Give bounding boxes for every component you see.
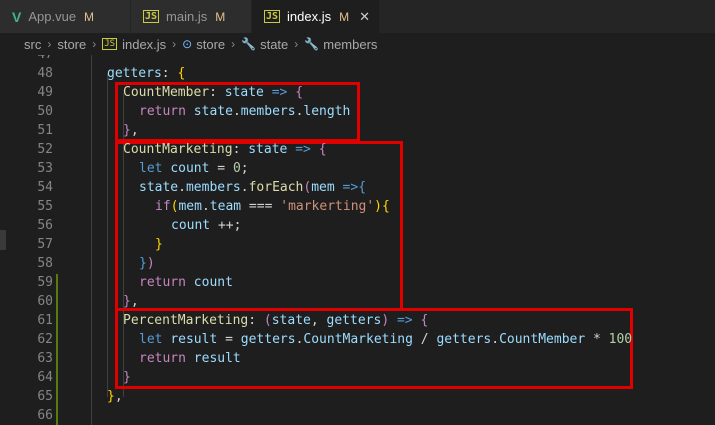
line-number: 52 [37, 142, 53, 157]
code-line: 57 } [0, 235, 715, 254]
line-number: 56 [37, 218, 53, 233]
tab-index-js[interactable]: JS index.js M ✕ [252, 0, 380, 33]
line-number: 60 [37, 294, 53, 309]
line-number: 63 [37, 351, 53, 366]
line-number: 66 [37, 408, 53, 423]
chevron-right-icon: › [231, 37, 236, 51]
modified-badge: M [84, 9, 95, 24]
line-code: let count = 0; [139, 161, 249, 176]
code-line: 55 if(mem.team === 'markerting'){ [0, 197, 715, 216]
tab-label: main.js [166, 9, 208, 24]
code-line: 51 }, [0, 121, 715, 140]
line-code: } [155, 237, 163, 252]
line-number: 59 [37, 275, 53, 290]
line-number: 65 [37, 389, 53, 404]
code-line: 64 } [0, 368, 715, 387]
code-line: 66 [0, 406, 715, 425]
line-number: 61 [37, 313, 53, 328]
line-number: 54 [37, 180, 53, 195]
line-number: 50 [37, 104, 53, 119]
line-number: 47 [13, 55, 53, 64]
vue-icon: V [12, 8, 22, 25]
code-line: 52 CountMarketing: state => { [0, 140, 715, 159]
close-icon[interactable]: ✕ [359, 9, 370, 25]
code-line: 49 CountMember: state => { [0, 83, 715, 102]
code-line: 62 let result = getters.CountMarketing /… [0, 330, 715, 349]
tab-main-js[interactable]: JS main.js M [131, 0, 252, 33]
line-code: } [123, 370, 131, 385]
line-number: 58 [37, 256, 53, 271]
chevron-right-icon: › [92, 37, 97, 51]
code-line: 63 return result [0, 349, 715, 368]
code-line: 61 PercentMarketing: (state, getters) =>… [0, 311, 715, 330]
line-code: let result = getters.CountMarketing / ge… [139, 332, 633, 347]
js-icon: JS [102, 38, 118, 50]
code-line: 54 state.members.forEach(mem =>{ [0, 178, 715, 197]
line-code: CountMember: state => { [123, 85, 304, 100]
line-code: }, [107, 389, 123, 404]
line-number: 62 [37, 332, 53, 347]
tab-app-vue[interactable]: V App.vue M [0, 0, 131, 33]
line-code: state.members.forEach(mem =>{ [139, 180, 367, 195]
line-code: }, [123, 294, 139, 309]
line-number: 55 [37, 199, 53, 214]
line-code: return result [139, 351, 241, 366]
breadcrumb-item[interactable]: store [57, 37, 86, 52]
wrench-icon: 🔧 [241, 37, 257, 51]
line-number: 48 [37, 66, 53, 81]
line-number: 57 [37, 237, 53, 252]
line-code: return state.members.length [139, 104, 351, 119]
line-number: 51 [37, 123, 53, 138]
breadcrumb-item[interactable]: store [196, 37, 225, 52]
breadcrumb-item[interactable]: state [260, 37, 288, 52]
breadcrumb-item[interactable]: src [24, 37, 41, 52]
code-line: 53 let count = 0; [0, 159, 715, 178]
chevron-right-icon: › [47, 37, 52, 51]
line-code: return count [139, 275, 233, 290]
chevron-right-icon: › [294, 37, 299, 51]
tab-label: index.js [287, 9, 332, 24]
code-line: 48 getters: { [0, 64, 715, 83]
js-icon: JS [264, 10, 281, 23]
line-code: CountMarketing: state => { [123, 142, 327, 157]
line-code: PercentMarketing: (state, getters) => { [123, 313, 429, 328]
line-code: if(mem.team === 'markerting'){ [155, 199, 390, 214]
line-code: }, [123, 123, 139, 138]
line-code: getters: { [107, 66, 186, 81]
symbol-variable-icon: ⊙ [182, 37, 193, 51]
line-code: count ++; [171, 218, 242, 233]
code-line: 58 }) [0, 254, 715, 273]
code-line: 50 return state.members.length [0, 102, 715, 121]
line-number: 53 [37, 161, 53, 176]
code-line: 56 count ++; [0, 216, 715, 235]
breadcrumb-item[interactable]: members [323, 37, 377, 52]
modified-badge: M [339, 9, 350, 24]
line-code: }) [139, 256, 155, 271]
breadcrumb-item[interactable]: index.js [122, 37, 166, 52]
modified-badge: M [215, 9, 226, 24]
code-line: 60 }, [0, 292, 715, 311]
js-icon: JS [143, 10, 160, 23]
line-number: 49 [37, 85, 53, 100]
tab-label: App.vue [28, 9, 77, 24]
line-number: 64 [37, 370, 53, 385]
code-line: 47 [0, 55, 715, 64]
tab-bar: V App.vue M JS main.js M JS index.js M ✕ [0, 0, 715, 33]
code-editor[interactable]: 47 48 getters: { 49 CountMember: state =… [0, 55, 715, 425]
breadcrumb: src › store › JS index.js › ⊙ store › 🔧 … [0, 33, 715, 55]
chevron-right-icon: › [172, 37, 177, 51]
code-line: 59 return count [0, 273, 715, 292]
wrench-icon: 🔧 [304, 37, 320, 51]
code-line: 65 }, [0, 387, 715, 406]
